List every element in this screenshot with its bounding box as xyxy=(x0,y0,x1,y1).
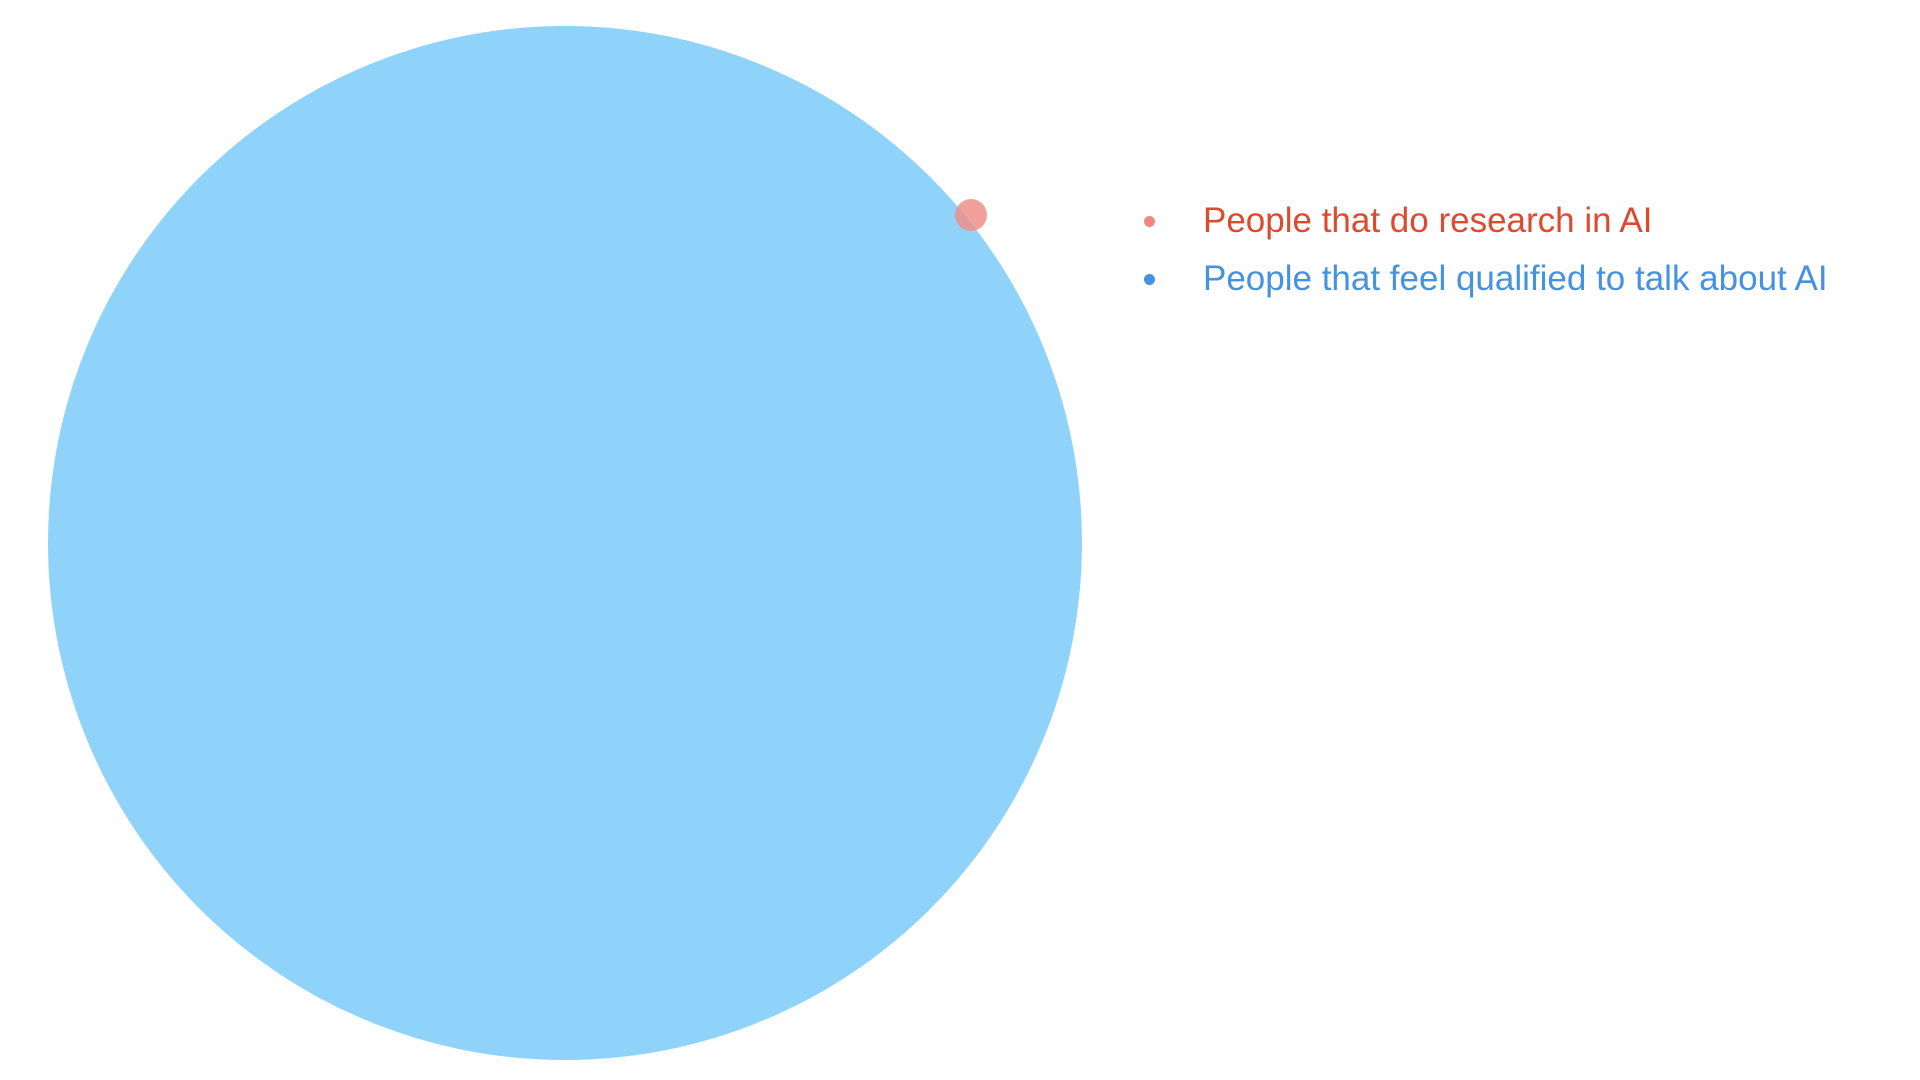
legend-bullet-researchers xyxy=(1144,215,1155,227)
researchers-circle xyxy=(955,199,987,231)
legend-label-qualified-talkers: People that feel qualified to talk about… xyxy=(1203,259,1828,298)
diagram-canvas: People that do research in AI People tha… xyxy=(0,0,1920,1080)
legend: People that do research in AI People tha… xyxy=(1140,192,1828,308)
legend-label-researchers: People that do research in AI xyxy=(1203,201,1653,240)
qualified-talkers-circle xyxy=(48,26,1082,1060)
legend-bullet-qualified-talkers xyxy=(1144,273,1155,285)
legend-item-researchers: People that do research in AI xyxy=(1140,192,1828,250)
legend-item-qualified-talkers: People that feel qualified to talk about… xyxy=(1140,250,1828,308)
